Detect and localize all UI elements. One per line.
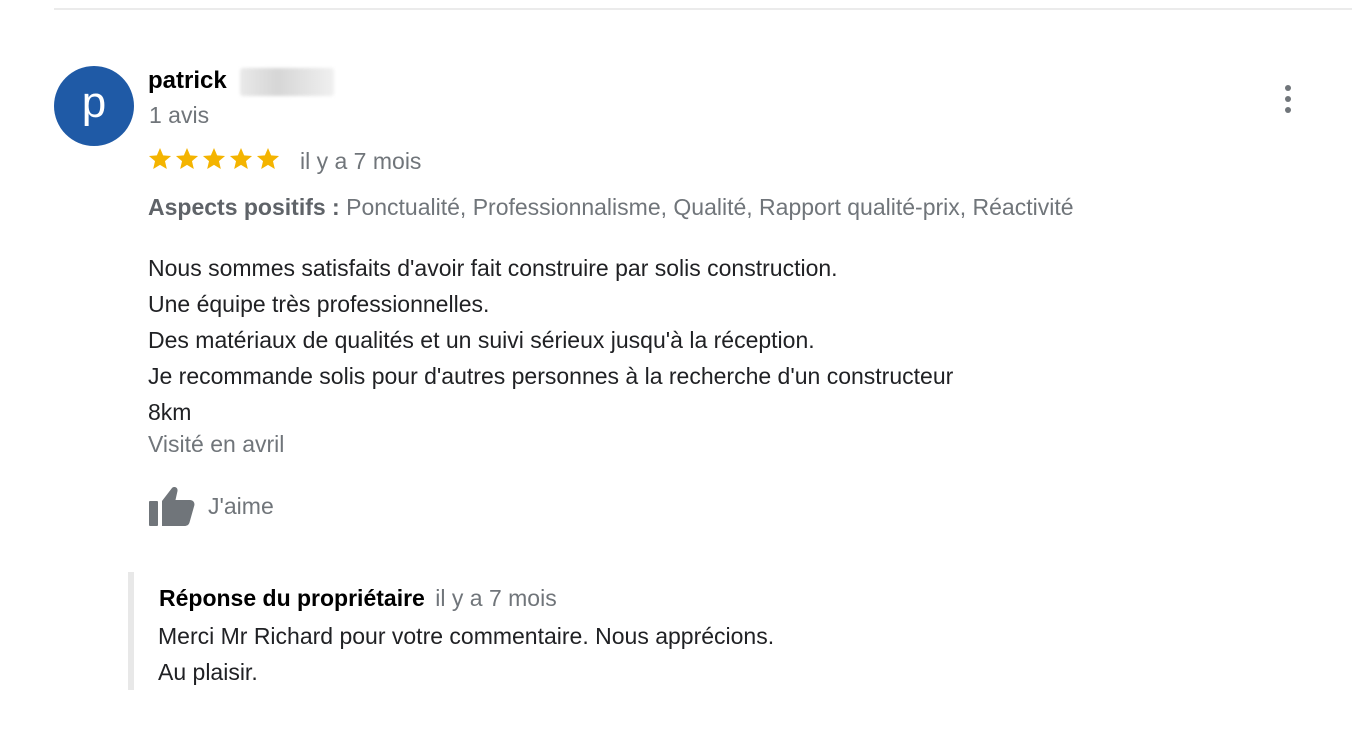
- positive-aspects-label: Aspects positifs :: [148, 194, 340, 220]
- review-text-line: Je recommande solis pour d'autres person…: [148, 363, 954, 389]
- review-text: Nous sommes satisfaits d'avoir fait cons…: [148, 250, 1248, 430]
- review-text-line: Nous sommes satisfaits d'avoir fait cons…: [148, 255, 838, 281]
- review-time: il y a 7 mois: [300, 148, 422, 174]
- more-options-button[interactable]: [1276, 82, 1300, 116]
- more-vert-icon-dot: [1285, 107, 1291, 113]
- owner-reply-line: Au plaisir.: [158, 659, 258, 685]
- star-icon: [175, 147, 199, 169]
- thumbs-up-icon: [149, 487, 195, 526]
- review-text-line: Des matériaux de qualités et un suivi sé…: [148, 327, 815, 353]
- star-icon: [202, 147, 226, 169]
- owner-reply-time: il y a 7 mois: [435, 585, 557, 611]
- owner-reply-title: Réponse du propriétaire: [159, 585, 425, 611]
- review-count[interactable]: 1 avis: [149, 102, 209, 129]
- avatar[interactable]: p: [54, 66, 134, 146]
- blurred-surname: [240, 68, 334, 96]
- owner-reply-line: Merci Mr Richard pour votre commentaire.…: [158, 623, 775, 649]
- more-vert-icon-dot: [1285, 96, 1291, 102]
- star-icon: [256, 147, 280, 169]
- owner-reply-text: Merci Mr Richard pour votre commentaire.…: [158, 618, 774, 690]
- visit-date: Visité en avril: [148, 431, 285, 457]
- like-label: J'aime: [208, 492, 274, 519]
- owner-reply: Réponse du propriétaire il y a 7 mois Me…: [128, 572, 1034, 690]
- review-text-line: Une équipe très professionnelles.: [148, 291, 490, 317]
- owner-reply-header: Réponse du propriétaire il y a 7 mois: [159, 585, 557, 612]
- review-card: p patrick 1 avis il y a 7 mois Aspects p…: [0, 0, 1370, 730]
- star-icon: [148, 147, 172, 169]
- like-button[interactable]: J'aime: [148, 484, 274, 528]
- star-icon: [229, 147, 253, 169]
- star-rating: [147, 146, 281, 172]
- positive-aspects-values: Ponctualité, Professionnalisme, Qualité,…: [346, 194, 1074, 220]
- positive-aspects: Aspects positifs : Ponctualité, Professi…: [148, 194, 1074, 221]
- more-vert-icon-dot: [1285, 85, 1291, 91]
- author-name[interactable]: patrick: [148, 67, 227, 95]
- review-text-line: 8km: [148, 399, 192, 425]
- avatar-letter: p: [81, 78, 107, 127]
